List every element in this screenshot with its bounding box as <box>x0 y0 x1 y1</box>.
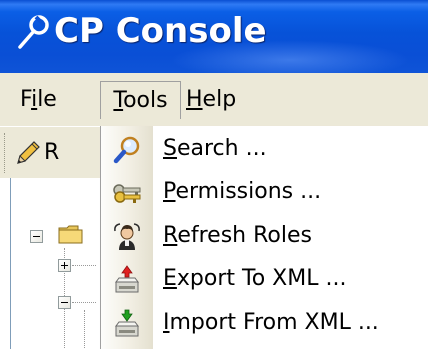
toolbar-grip[interactable] <box>4 133 8 173</box>
menu-item-import-xml-label: Import From XML ... <box>163 306 379 340</box>
menu-item-import-xml[interactable]: Import From XML ... <box>101 302 428 344</box>
window-title: CP Console <box>54 11 267 51</box>
menu-item-search[interactable]: Search ... <box>101 128 428 170</box>
menu-file[interactable]: File <box>20 81 57 119</box>
menu-tools-mnemonic: T <box>113 88 124 113</box>
menu-tools-post: ools <box>123 88 168 113</box>
menu-bar: File Tools Help <box>0 73 428 126</box>
tree-expand-toggle[interactable] <box>58 259 71 272</box>
tree-collapse-toggle-root[interactable] <box>30 230 43 243</box>
export-drive-icon <box>115 265 139 293</box>
pencil-icon[interactable] <box>14 139 42 167</box>
menu-item-search-label: Search ... <box>163 132 267 166</box>
tree-pane-border <box>10 178 11 349</box>
menu-item-export-xml[interactable]: Export To XML ... <box>101 258 428 300</box>
import-drive-icon <box>115 309 139 337</box>
wrench-icon <box>18 15 49 49</box>
mnemonic: P <box>163 179 176 204</box>
mnemonic: E <box>163 266 177 291</box>
tools-dropdown-menu: Search ... Permissions ... Refresh Roles… <box>100 126 428 349</box>
label-text: mport From XML ... <box>169 310 379 335</box>
menu-help[interactable]: Help <box>186 81 236 119</box>
user-refresh-icon <box>114 223 140 250</box>
menu-item-permissions-label: Permissions ... <box>163 175 321 209</box>
mnemonic: R <box>163 223 178 248</box>
tree-collapse-toggle-child[interactable] <box>58 296 71 309</box>
menu-item-export-xml-label: Export To XML ... <box>163 262 346 296</box>
menu-item-permissions[interactable]: Permissions ... <box>101 171 428 213</box>
label-text: ermissions ... <box>175 179 322 204</box>
magnifier-icon <box>113 136 140 164</box>
mnemonic: S <box>163 136 177 161</box>
tree-connector-branch <box>72 302 96 304</box>
menu-file-post: le <box>37 87 57 112</box>
tree-connector-branch <box>72 265 96 267</box>
menu-tools[interactable]: Tools <box>100 81 181 119</box>
cp-console-window: CP Console File Tools Help R Search ... … <box>0 0 428 349</box>
menu-help-mnemonic: H <box>186 87 203 112</box>
label-text: efresh Roles <box>177 223 312 248</box>
keys-icon <box>113 184 141 203</box>
menu-item-refresh-roles[interactable]: Refresh Roles <box>101 215 428 257</box>
menu-file-pre: F <box>20 87 32 112</box>
toolbar-button-label[interactable]: R <box>44 137 59 169</box>
folder-icon <box>58 225 83 244</box>
label-text: earch ... <box>176 136 267 161</box>
label-text: xport To XML ... <box>176 266 347 291</box>
title-bar[interactable]: CP Console <box>0 0 428 73</box>
menu-item-refresh-roles-label: Refresh Roles <box>163 219 312 253</box>
menu-help-post: elp <box>202 87 237 112</box>
tree-connector-line <box>84 310 86 349</box>
